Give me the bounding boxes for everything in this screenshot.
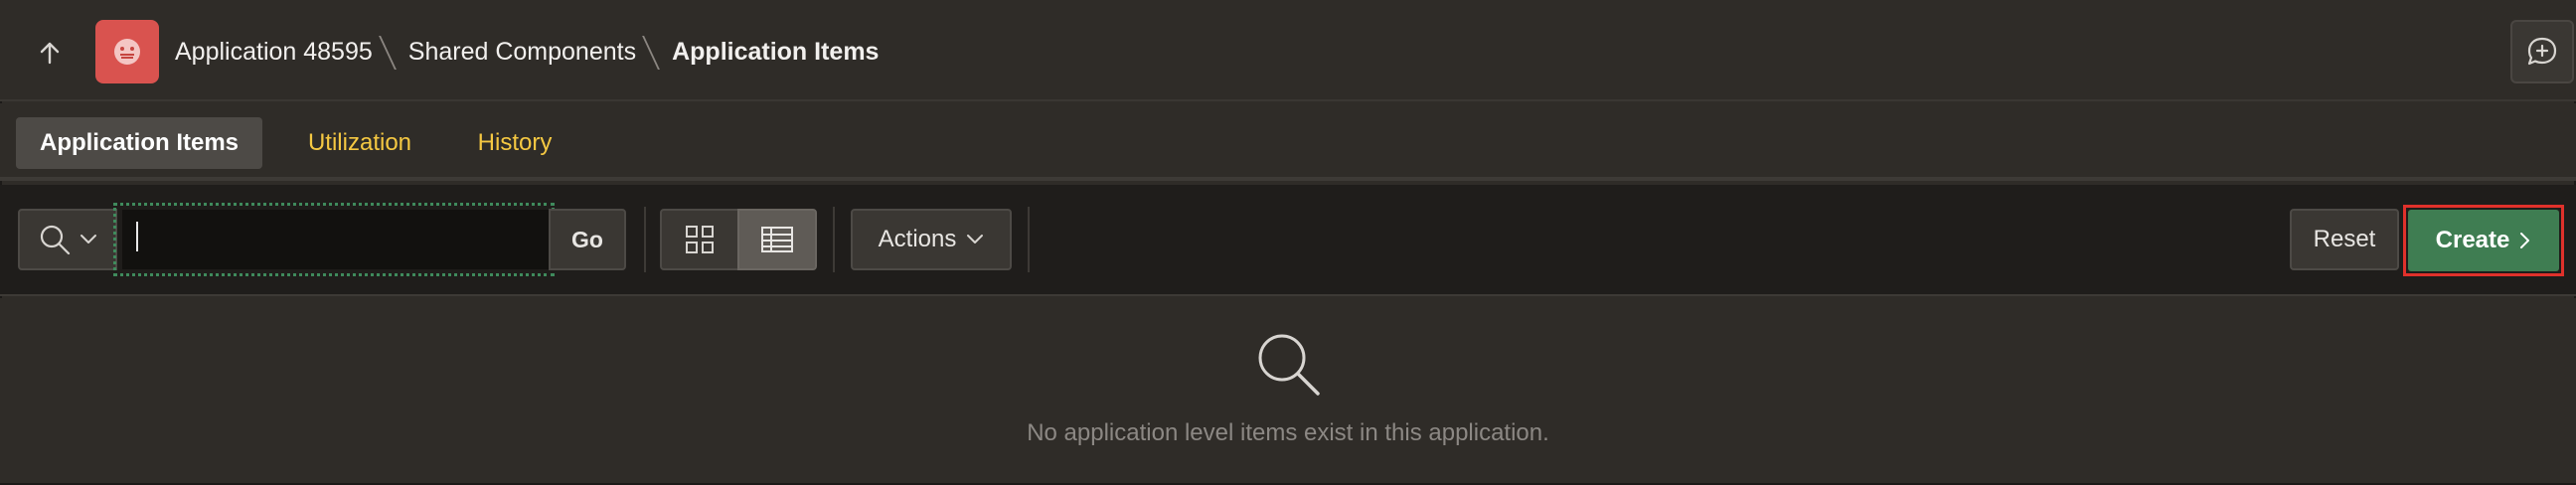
report-toolbar: Go Actions Reset Create	[0, 185, 2576, 296]
search-column-button[interactable]	[18, 209, 117, 270]
search-icon	[1258, 334, 1320, 396]
toolbar-divider	[1028, 207, 1030, 272]
breadcrumb: Application 48595 Shared Components Appl…	[175, 32, 879, 72]
chevron-down-icon	[80, 235, 96, 243]
app-icon[interactable]	[95, 20, 159, 83]
page-title: Application Items	[672, 37, 880, 66]
icon-view-icon	[686, 226, 714, 253]
create-button-highlight: Create	[2403, 205, 2564, 276]
chevron-down-icon	[967, 235, 984, 243]
app-face-icon	[114, 39, 140, 65]
search-field-wrapper	[113, 203, 555, 276]
breadcrumb-shared-components[interactable]: Shared Components	[408, 38, 636, 67]
breadcrumb-application[interactable]: Application 48595	[175, 38, 373, 67]
create-button[interactable]: Create	[2408, 210, 2559, 271]
go-button[interactable]: Go	[549, 209, 626, 270]
navigate-up-button[interactable]	[30, 33, 70, 73]
feedback-button[interactable]	[2510, 20, 2574, 83]
toolbar-divider	[644, 207, 646, 272]
icon-view-button[interactable]	[660, 209, 739, 270]
tab-application-items[interactable]: Application Items	[16, 117, 262, 169]
create-label: Create	[2435, 227, 2510, 253]
tab-utilization[interactable]: Utilization	[290, 117, 429, 169]
text-cursor	[136, 222, 138, 251]
actions-menu-button[interactable]: Actions	[851, 209, 1012, 270]
empty-state-message: No application level items exist in this…	[1027, 419, 1549, 446]
arrow-up-icon	[40, 42, 60, 65]
toolbar-divider	[833, 207, 835, 272]
tab-history[interactable]: History	[463, 117, 566, 169]
search-input[interactable]	[122, 210, 550, 269]
tab-bar: Application Items Utilization History	[0, 103, 2576, 181]
page-header: Application 48595 Shared Components Appl…	[0, 0, 2576, 101]
actions-label: Actions	[878, 226, 957, 252]
reset-button[interactable]: Reset	[2290, 209, 2399, 270]
report-view-icon	[761, 227, 793, 252]
search-icon	[40, 225, 71, 255]
chat-plus-icon	[2527, 37, 2557, 66]
breadcrumb-separator	[636, 32, 672, 72]
report-view-button[interactable]	[737, 209, 817, 270]
chevron-right-icon	[2520, 233, 2530, 248]
breadcrumb-separator	[373, 32, 408, 72]
empty-state: No application level items exist in this…	[0, 298, 2576, 483]
